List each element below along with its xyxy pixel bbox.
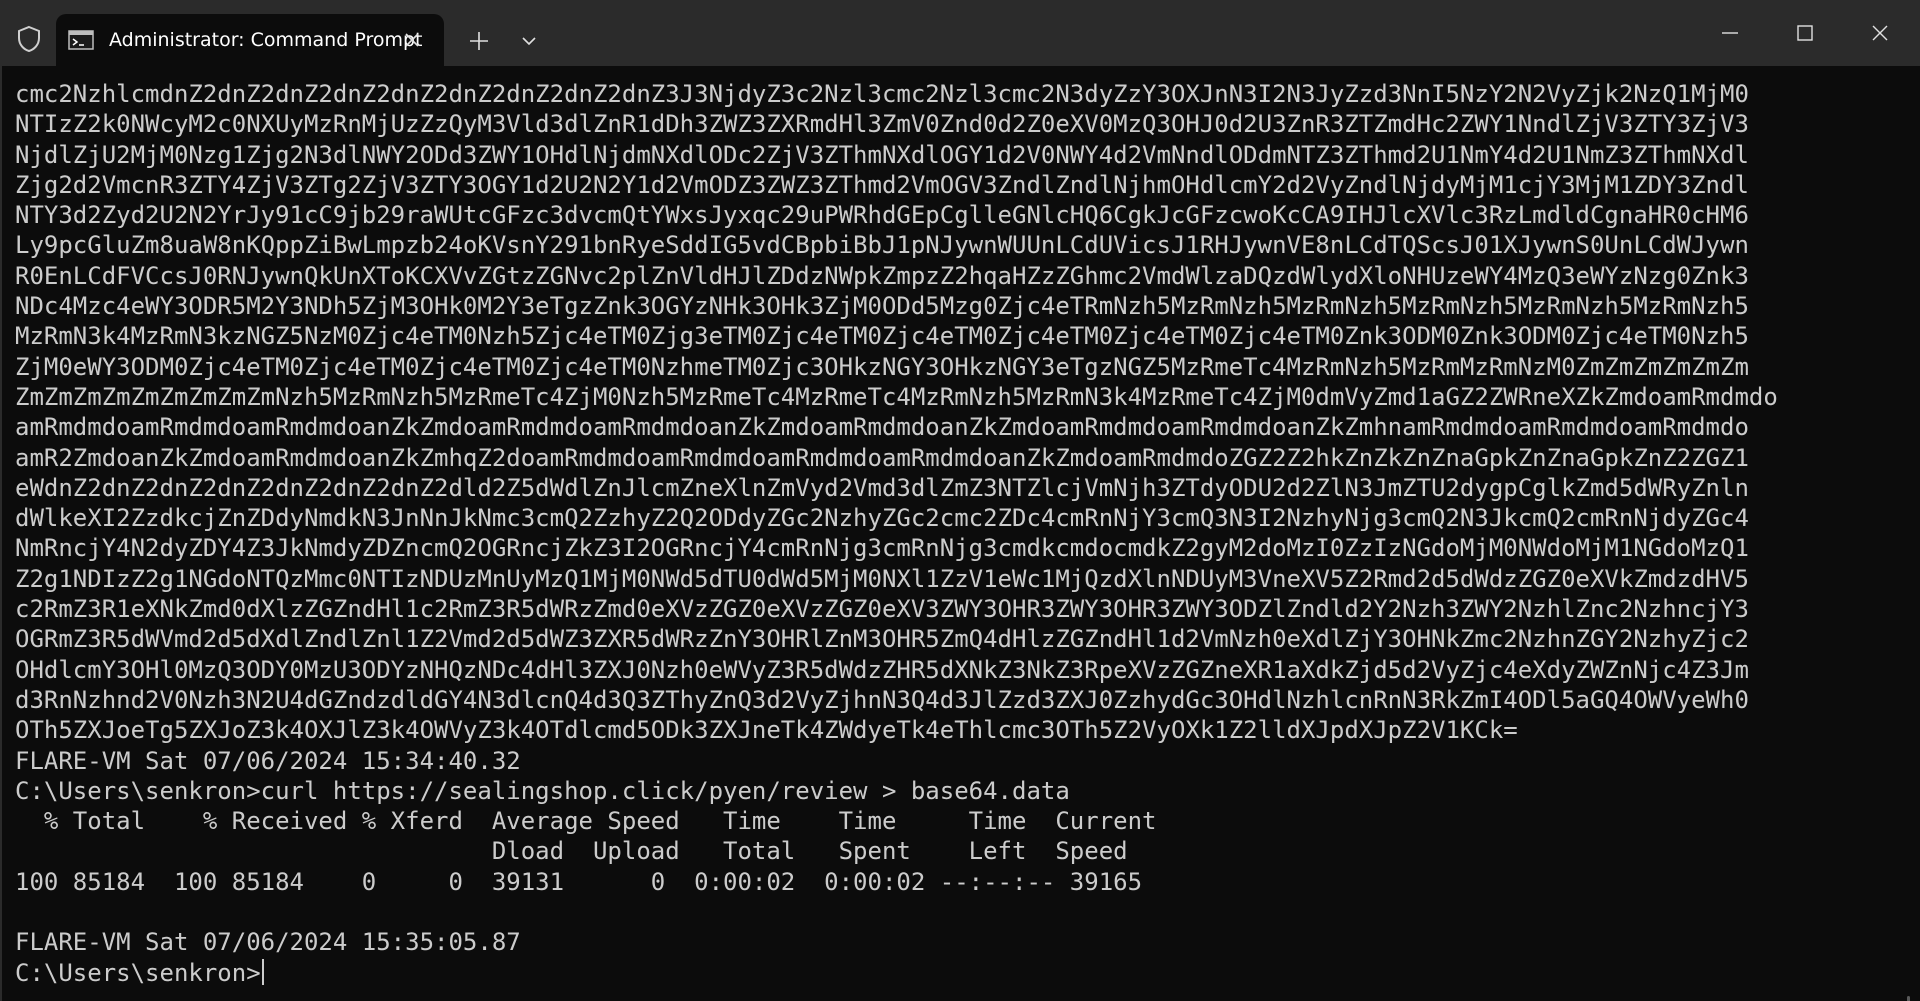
- terminal-line: Ly9pcGluZm8uaW8nKQppZiBwLmpzb24oKVsnY291…: [15, 231, 1749, 260]
- minimize-icon[interactable]: [1702, 10, 1758, 56]
- terminal-line: C:\Users\senkron>curl https://sealingsho…: [15, 776, 1070, 805]
- terminal-line: FLARE-VM Sat 07/06/2024 15:34:40.32: [15, 746, 521, 775]
- terminal-line: Zjg2d2VmcnR3ZTY4ZjV3ZTg2ZjV3ZTY3OGY1d2U2…: [15, 170, 1749, 199]
- terminal-line: d3RnNzhnd2V0Nzh3N2U4dGZndzdldGY4N3dlcnQ4…: [15, 685, 1749, 714]
- command-prompt: C:\Users\senkron>: [15, 958, 261, 987]
- terminal-line: R0EnLCdFVCcsJ0RNJywnQkUnXToKCXVvZGtzZGNv…: [15, 261, 1749, 290]
- terminal-line: ZmZmZmZmZmZmZmZmZmNzh5MzRmNzh5MzRmeTc4Zj…: [15, 382, 1778, 411]
- terminal-line: dWlkeXI2ZzdkcjZnZDdyNmdkN3JnNnJkNmc3cmQ2…: [15, 504, 1749, 533]
- terminal-line: NTY3d2Zyd2U2N2YrJy91cC9jb29raWUtcGFzc3dv…: [15, 201, 1749, 230]
- terminal-line: NmRncjY4N2dyZDY4Z3JkNmdyZDZncmQ2OGRncjZk…: [15, 534, 1749, 563]
- terminal-line: eWdnZ2dnZ2dnZ2dnZ2dnZ2dnZ2dnZ2dld2Z5dWdl…: [15, 473, 1749, 502]
- terminal-line: amR2ZmdoanZkZmdoamRmdmdoanZkZmhqZ2doamRm…: [15, 443, 1749, 472]
- maximize-icon[interactable]: [1777, 10, 1833, 56]
- terminal-lines: cmc2NzhlcmdnZ2dnZ2dnZ2dnZ2dnZ2dnZ2dnZ2dn…: [15, 79, 1778, 988]
- terminal-line: OGRmZ3R5dWVmd2d5dXdlZndlZnl1Z2Vmd2d5dWZ3…: [15, 625, 1749, 654]
- vertical-scrollbar[interactable]: [1907, 996, 1910, 1001]
- terminal-line: ZjM0eWY3ODM0Zjc4eTM0Zjc4eTM0Zjc4eTM0Zjc4…: [15, 352, 1749, 381]
- terminal-line: NjdlZjU2MjM0Nzg1Zjg2N3dlNWY2ODd3ZWY1OHdl…: [15, 140, 1749, 169]
- terminal-line: cmc2NzhlcmdnZ2dnZ2dnZ2dnZ2dnZ2dnZ2dnZ2dn…: [15, 80, 1749, 108]
- terminal-line: MzRmN3k4MzRmN3kzNGZ5NzM0Zjc4eTM0Nzh5Zjc4…: [15, 322, 1749, 351]
- chevron-down-icon[interactable]: [512, 24, 546, 58]
- shield-icon[interactable]: [12, 22, 46, 56]
- title-bar[interactable]: Administrator: Command Prompt: [0, 0, 1920, 66]
- terminal-line: OTh5ZXJoeTg5ZXJoZ3k4OXJlZ3k4OWVyZ3k4OTdl…: [15, 716, 1518, 745]
- close-icon[interactable]: [398, 26, 426, 54]
- terminal-line: Dload Upload Total Spent Left Speed: [15, 837, 1128, 866]
- tab-command-prompt[interactable]: Administrator: Command Prompt: [56, 14, 444, 66]
- tab-title: Administrator: Command Prompt: [109, 29, 423, 51]
- text-cursor: [261, 958, 264, 985]
- terminal-line: NTIzZ2k0NWcyM2c0NXUyMzRnMjUzZzQyM3Vld3dl…: [15, 110, 1749, 139]
- terminal-line: % Total % Received % Xferd Average Speed…: [15, 807, 1157, 836]
- terminal-line: Z2g1NDIzZ2g1NGdoNTQzMmc0NTIzNDUzMnUyMzQ1…: [15, 564, 1749, 593]
- plus-icon[interactable]: [462, 24, 496, 58]
- cmd-icon: [68, 30, 94, 50]
- terminal-line: amRmdmdoamRmdmdoamRmdmdoanZkZmdoamRmdmdo…: [15, 413, 1749, 442]
- command-prompt-line[interactable]: C:\Users\senkron>: [15, 958, 1778, 988]
- terminal-line: 100 85184 100 85184 0 0 39131 0 0:00:02 …: [15, 867, 1143, 896]
- terminal-line: NDc4Mzc4eWY3ODR5M2Y3NDh5ZjM3OHk0M2Y3eTgz…: [15, 292, 1749, 321]
- close-window-icon[interactable]: [1852, 10, 1908, 56]
- terminal-window: Administrator: Command Prompt cmc2Nzhlcm…: [0, 0, 1920, 1001]
- terminal-output[interactable]: cmc2NzhlcmdnZ2dnZ2dnZ2dnZ2dnZ2dnZ2dnZ2dn…: [0, 66, 1920, 1001]
- terminal-line: FLARE-VM Sat 07/06/2024 15:35:05.87: [15, 928, 521, 957]
- terminal-line: OHdlcmY3OHl0MzQ3ODY0MzU3ODYzNHQzNDc4dHl3…: [15, 655, 1749, 684]
- terminal-line: c2RmZ3R1eXNkZmd0dXlzZGZndHl1c2RmZ3R5dWRz…: [15, 595, 1749, 624]
